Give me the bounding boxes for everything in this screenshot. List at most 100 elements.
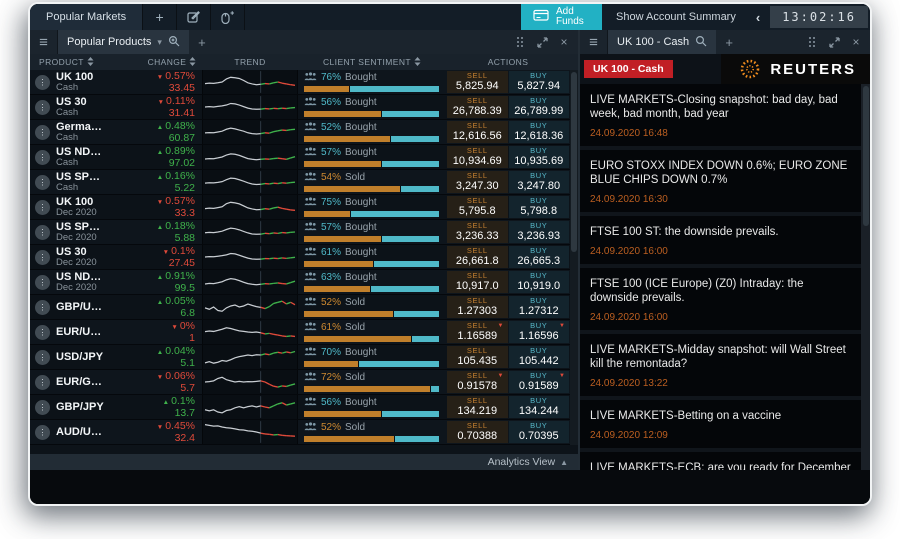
row-menu-button[interactable]: ⋮ (35, 100, 50, 115)
table-row[interactable]: ⋮GBP/JPY▲0.1%13.756%BoughtSELL134.219BUY… (30, 395, 570, 420)
buy-button[interactable]: BUY3,247.80 (509, 171, 570, 193)
add-workspace-button[interactable]: + (143, 4, 177, 30)
table-row[interactable]: ⋮EUR/G…▼0.06%5.772%SoldSELL0.91578▼BUY0.… (30, 370, 570, 395)
row-menu-button[interactable]: ⋮ (35, 300, 50, 315)
table-row[interactable]: ⋮UK 100Cash▼0.57%33.4576%BoughtSELL5,825… (30, 70, 570, 95)
table-row[interactable]: ⋮EUR/U…▼0%161%SoldSELL1.16589▼BUY1.16596… (30, 320, 570, 345)
buy-button[interactable]: BUY1.27312 (509, 296, 570, 318)
sell-button[interactable]: SELL0.91578▼ (447, 371, 508, 393)
buy-button[interactable]: BUY0.70395 (509, 421, 570, 443)
tab-uk100-cash[interactable]: UK 100 - Cash (608, 30, 716, 54)
row-menu-button[interactable]: ⋮ (35, 200, 50, 215)
add-tab-button[interactable]: + (189, 30, 215, 54)
row-menu-button[interactable]: ⋮ (35, 150, 50, 165)
news-item[interactable]: FTSE 100 (ICE Europe) (Z0) Intraday: the… (580, 268, 861, 330)
sell-button[interactable]: SELL26,788.39 (447, 96, 508, 118)
panel-menu-icon[interactable]: ≡ (30, 30, 58, 54)
buy-button[interactable]: BUY12,618.36 (509, 121, 570, 143)
news-scrollbar[interactable] (861, 84, 870, 470)
chevron-left-icon[interactable]: ‹ (750, 4, 766, 30)
row-menu-button[interactable]: ⋮ (35, 175, 50, 190)
table-row[interactable]: ⋮Germa…Cash▲0.48%60.8752%BoughtSELL12,61… (30, 120, 570, 145)
table-row[interactable]: ⋮AUD/U…▼0.45%32.452%SoldSELL0.70388BUY0.… (30, 420, 570, 445)
buy-button[interactable]: BUY3,236.93 (509, 221, 570, 243)
row-menu-button[interactable]: ⋮ (35, 125, 50, 140)
news-item[interactable]: LIVE MARKETS-Midday snapshot: will Wall … (580, 334, 861, 396)
table-row[interactable]: ⋮GBP/U…▲0.05%6.852%SoldSELL1.27303BUY1.2… (30, 295, 570, 320)
news-item[interactable]: LIVE MARKETS-ECB: are you ready for Dece… (580, 452, 861, 470)
buy-button[interactable]: BUY5,798.8 (509, 196, 570, 218)
zoom-in-icon[interactable] (168, 35, 180, 50)
tab-popular-products[interactable]: Popular Products ▾ (58, 30, 189, 54)
sell-button[interactable]: SELL10,917.0 (447, 271, 508, 293)
row-menu-button[interactable]: ⋮ (35, 325, 50, 340)
scrollbar-thumb[interactable] (571, 72, 577, 252)
edit-workspace-icon[interactable] (177, 4, 211, 30)
panel-options-icon[interactable] (802, 30, 822, 54)
show-account-summary-button[interactable]: Show Account Summary (602, 4, 750, 30)
search-icon[interactable] (695, 35, 707, 50)
row-menu-button[interactable]: ⋮ (35, 250, 50, 265)
row-menu-button[interactable]: ⋮ (35, 425, 50, 440)
expand-icon[interactable] (532, 30, 552, 54)
sell-button-price: 26,661.8 (456, 255, 499, 267)
buy-button[interactable]: BUY10,919.0 (509, 271, 570, 293)
buy-button[interactable]: BUY1.16596▼ (509, 321, 570, 343)
table-row[interactable]: ⋮US ND…Cash▲0.89%97.0257%BoughtSELL10,93… (30, 145, 570, 170)
column-header-change[interactable]: CHANGE (142, 57, 202, 68)
mouse-add-icon[interactable] (211, 4, 245, 30)
table-row[interactable]: ⋮US 30Dec 2020▼0.1%27.4561%BoughtSELL26,… (30, 245, 570, 270)
table-row[interactable]: ⋮US SP…Dec 2020▲0.18%5.8857%BoughtSELL3,… (30, 220, 570, 245)
workspace-tab-popular-markets[interactable]: Popular Markets (30, 4, 143, 30)
sell-button[interactable]: SELL134.219 (447, 396, 508, 418)
column-header-product[interactable]: PRODUCT (30, 57, 142, 68)
row-menu-button[interactable]: ⋮ (35, 75, 50, 90)
add-funds-button[interactable]: Add Funds (521, 4, 602, 30)
row-menu-button[interactable]: ⋮ (35, 225, 50, 240)
sell-button[interactable]: SELL12,616.56 (447, 121, 508, 143)
sell-button[interactable]: SELL3,236.33 (447, 221, 508, 243)
news-item[interactable]: LIVE MARKETS-Closing snapshot: bad day, … (580, 84, 861, 146)
table-row[interactable]: ⋮US 30Cash▼0.11%31.4156%BoughtSELL26,788… (30, 95, 570, 120)
sell-button[interactable]: SELL1.16589▼ (447, 321, 508, 343)
news-item[interactable]: LIVE MARKETS-Betting on a vaccine24.09.2… (580, 400, 861, 448)
sell-button[interactable]: SELL105.435 (447, 346, 508, 368)
table-row[interactable]: ⋮UK 100Dec 2020▼0.57%33.375%BoughtSELL5,… (30, 195, 570, 220)
close-icon[interactable]: × (846, 30, 866, 54)
news-item[interactable]: EURO STOXX INDEX DOWN 0.6%; EURO ZONE BL… (580, 150, 861, 212)
actions-cell: SELL1.27303BUY1.27312 (446, 295, 570, 319)
sell-button[interactable]: SELL0.70388 (447, 421, 508, 443)
sell-button[interactable]: SELL3,247.30 (447, 171, 508, 193)
analytics-view-toggle[interactable]: Analytics View ▲ (30, 454, 578, 470)
buy-button[interactable]: BUY10,935.69 (509, 146, 570, 168)
expand-icon[interactable] (824, 30, 844, 54)
row-menu-button[interactable]: ⋮ (35, 275, 50, 290)
sell-button[interactable]: SELL5,825.94 (447, 71, 508, 93)
news-item[interactable]: FTSE 100 ST: the downside prevails.24.09… (580, 216, 861, 264)
table-row[interactable]: ⋮US SP…Cash▲0.16%5.2254%SoldSELL3,247.30… (30, 170, 570, 195)
buy-button[interactable]: BUY134.244 (509, 396, 570, 418)
buy-button[interactable]: BUY26,665.3 (509, 246, 570, 268)
row-menu-button[interactable]: ⋮ (35, 400, 50, 415)
panel-menu-icon[interactable]: ≡ (580, 30, 608, 54)
sell-button[interactable]: SELL1.27303 (447, 296, 508, 318)
row-menu-button[interactable]: ⋮ (35, 350, 50, 365)
row-menu-button[interactable]: ⋮ (35, 375, 50, 390)
buy-button-label: BUY (530, 247, 547, 255)
sell-button[interactable]: SELL5,795.8 (447, 196, 508, 218)
table-row[interactable]: ⋮USD/JPY▲0.04%5.170%BoughtSELL105.435BUY… (30, 345, 570, 370)
buy-button[interactable]: BUY0.91589▼ (509, 371, 570, 393)
scrollbar-thumb[interactable] (863, 86, 869, 226)
close-icon[interactable]: × (554, 30, 574, 54)
sell-button[interactable]: SELL10,934.69 (447, 146, 508, 168)
column-header-client-sentiment[interactable]: CLIENT SENTIMENT (298, 57, 446, 68)
sell-button[interactable]: SELL26,661.8 (447, 246, 508, 268)
buy-button[interactable]: BUY105.442 (509, 346, 570, 368)
buy-button[interactable]: BUY5,827.94 (509, 71, 570, 93)
add-tab-button[interactable]: + (716, 30, 742, 54)
watchlist-scrollbar[interactable] (570, 70, 578, 445)
panel-options-icon[interactable] (510, 30, 530, 54)
chevron-down-icon[interactable]: ▾ (157, 37, 162, 48)
table-row[interactable]: ⋮US ND…Dec 2020▲0.91%99.563%BoughtSELL10… (30, 270, 570, 295)
buy-button[interactable]: BUY26,789.99 (509, 96, 570, 118)
